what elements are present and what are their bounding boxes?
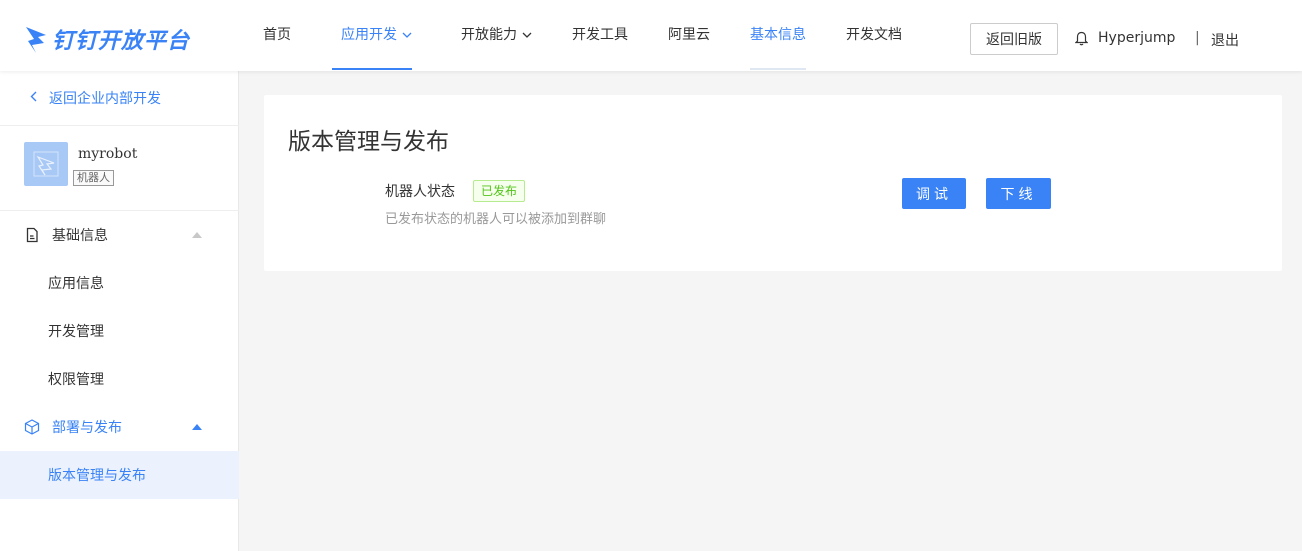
version-publish-card: 版本管理与发布 机器人状态 已发布 已发布状态的机器人可以被添加到群聊 调试 下… xyxy=(264,95,1282,271)
sidebar-item-version-publish[interactable]: 版本管理与发布 xyxy=(0,451,239,499)
sidebar-item-app-info[interactable]: 应用信息 xyxy=(0,259,239,307)
dingtalk-wing-icon xyxy=(26,27,46,53)
chevron-down-icon xyxy=(522,31,532,41)
return-old-version-button[interactable]: 返回旧版 xyxy=(970,23,1058,55)
nav-basic-info[interactable]: 基本信息 xyxy=(750,0,806,71)
nav-active-underline xyxy=(332,68,412,70)
nav-home[interactable]: 首页 xyxy=(263,0,291,71)
bell-icon[interactable] xyxy=(1075,31,1088,46)
robot-app-icon xyxy=(33,151,59,177)
document-icon xyxy=(26,227,38,243)
robot-status-label: 机器人状态 xyxy=(385,184,455,200)
app-type-tag: 机器人 xyxy=(73,170,114,186)
sidebar-item-permission-management[interactable]: 权限管理 xyxy=(0,355,239,403)
header-separator: | xyxy=(1195,30,1200,46)
page-title: 版本管理与发布 xyxy=(288,129,449,155)
debug-button[interactable]: 调试 xyxy=(902,178,966,209)
nav-dev-docs[interactable]: 开发文档 xyxy=(846,0,902,71)
nav-aliyun[interactable]: 阿里云 xyxy=(668,0,710,71)
back-to-internal-dev-link[interactable]: 返回企业内部开发 xyxy=(30,88,161,108)
sidebar-item-dev-management[interactable]: 开发管理 xyxy=(0,307,239,355)
chevron-left-icon xyxy=(30,90,37,106)
status-description: 已发布状态的机器人可以被添加到群聊 xyxy=(385,212,607,227)
app-avatar xyxy=(24,142,68,186)
offline-button[interactable]: 下线 xyxy=(986,178,1051,209)
sidebar-divider xyxy=(0,125,239,126)
caret-up-icon xyxy=(192,232,202,238)
menu-group-basic-info[interactable]: 基础信息 xyxy=(0,211,239,259)
nav-dev-tools[interactable]: 开发工具 xyxy=(572,0,628,71)
logo-text: 钉钉开放平台 xyxy=(52,29,191,54)
dingtalk-logo[interactable]: 钉钉开放平台 xyxy=(24,22,190,56)
menu-group-deploy-publish[interactable]: 部署与发布 xyxy=(0,403,239,451)
logout-link[interactable]: 退出 xyxy=(1211,30,1239,50)
top-header: 钉钉开放平台 首页 应用开发 开放能力 开发工具 阿里云 基本信息 开发文档 返… xyxy=(0,0,1302,71)
caret-up-icon xyxy=(192,424,202,430)
app-name: myrobot xyxy=(78,146,138,162)
nav-open-capability[interactable]: 开放能力 xyxy=(461,0,532,71)
cube-icon xyxy=(24,419,40,435)
chevron-down-icon xyxy=(402,31,412,41)
nav-hover-underline xyxy=(750,68,806,70)
status-badge: 已发布 xyxy=(473,180,526,202)
sidebar: 返回企业内部开发 myrobot 机器人 基础信息 应用信息 开发管理 权限管理 xyxy=(0,71,239,551)
nav-app-dev[interactable]: 应用开发 xyxy=(341,0,412,71)
user-name[interactable]: Hyperjump xyxy=(1098,30,1175,46)
